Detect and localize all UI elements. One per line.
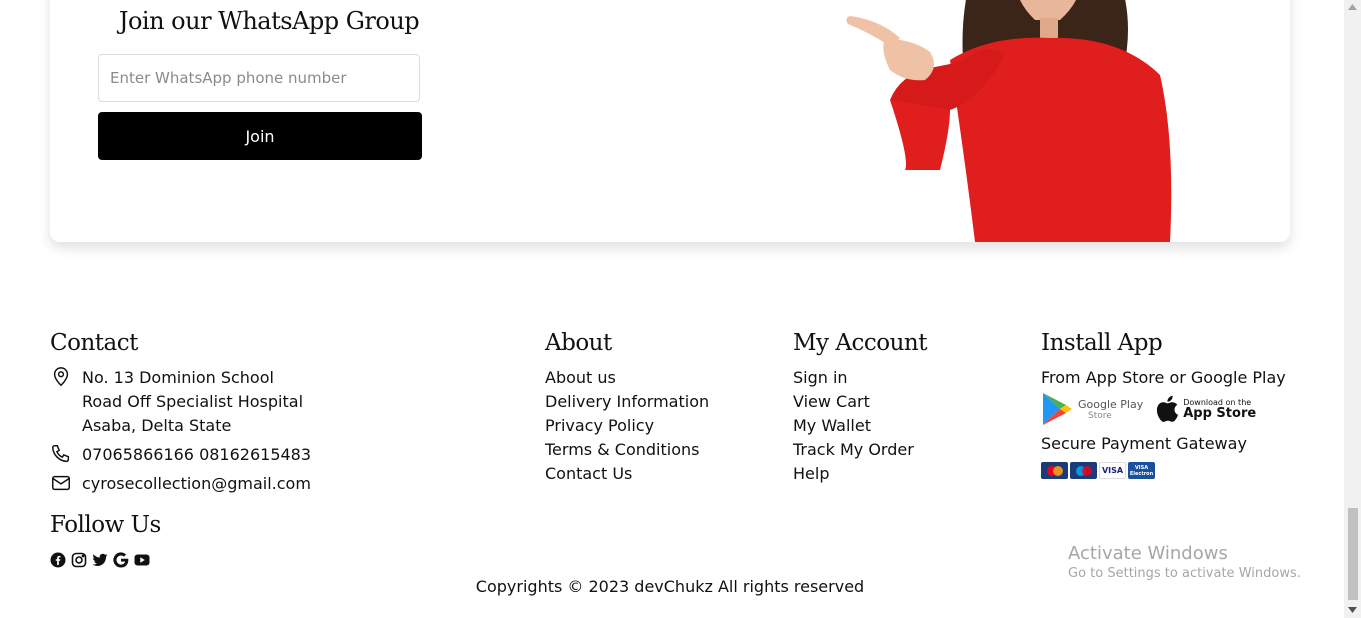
payment-cards: VISA VISA Electron [1041, 462, 1286, 479]
scroll-down-arrow-icon[interactable] [1348, 607, 1357, 613]
app-store-badge[interactable]: Download on the App Store [1155, 395, 1256, 423]
activate-windows-subtitle: Go to Settings to activate Windows. [1068, 566, 1301, 581]
address-line-2: Road Off Specialist Hospital [82, 392, 304, 411]
location-pin-icon [53, 367, 69, 387]
link-my-wallet[interactable]: My Wallet [793, 414, 927, 438]
account-heading: My Account [793, 330, 927, 356]
contact-heading: Contact [50, 330, 138, 356]
visa-electron-icon: VISA Electron [1128, 462, 1155, 479]
promo-woman-pointing-image [846, 0, 1172, 242]
install-subtitle: From App Store or Google Play [1041, 368, 1286, 387]
promo-title: Join our WhatsApp Group [118, 7, 420, 35]
google-icon[interactable] [113, 552, 129, 568]
twitter-icon[interactable] [92, 552, 108, 568]
activate-windows-title: Activate Windows [1068, 543, 1228, 564]
visa-icon: VISA [1099, 462, 1126, 479]
install-heading: Install App [1041, 330, 1163, 356]
link-sign-in[interactable]: Sign in [793, 366, 927, 390]
phone-numbers[interactable]: 07065866166 08162615483 [82, 443, 311, 467]
about-links: About us Delivery Information Privacy Po… [545, 366, 709, 486]
link-privacy-policy[interactable]: Privacy Policy [545, 414, 709, 438]
link-contact-us[interactable]: Contact Us [545, 462, 709, 486]
app-store-label: App Store [1183, 405, 1257, 421]
address-line-3: Asaba, Delta State [82, 416, 232, 435]
email-row: cyrosecollection@gmail.com [50, 472, 311, 496]
install-app-section: Install App From App Store or Google Pla… [1041, 330, 1286, 479]
google-play-badge[interactable]: Google Play Store [1041, 392, 1143, 426]
join-button[interactable]: Join [98, 112, 422, 160]
apple-icon [1157, 395, 1179, 422]
whatsapp-phone-input[interactable] [98, 54, 420, 102]
link-help[interactable]: Help [793, 462, 927, 486]
activate-windows-watermark: Activate Windows Go to Settings to activ… [1068, 543, 1301, 583]
link-delivery-information[interactable]: Delivery Information [545, 390, 709, 414]
social-icons [50, 552, 150, 568]
phone-row: 07065866166 08162615483 [50, 443, 311, 467]
follow-us-heading: Follow Us [50, 512, 161, 538]
about-section: About About us Delivery Information Priv… [545, 330, 709, 486]
account-links: Sign in View Cart My Wallet Track My Ord… [793, 366, 927, 486]
link-view-cart[interactable]: View Cart [793, 390, 927, 414]
instagram-icon[interactable] [71, 552, 87, 568]
scrollbar-thumb[interactable] [1348, 508, 1358, 600]
link-about-us[interactable]: About us [545, 366, 709, 390]
whatsapp-promo-card: Join our WhatsApp Group Join [50, 0, 1290, 242]
mastercard-icon [1041, 462, 1068, 479]
link-track-my-order[interactable]: Track My Order [793, 438, 927, 462]
payment-heading: Secure Payment Gateway [1041, 434, 1247, 453]
vertical-scrollbar[interactable] [1344, 0, 1361, 618]
whatsapp-logo-icon [210, 0, 306, 6]
google-play-icon [1043, 393, 1072, 425]
scroll-up-arrow-icon[interactable] [1348, 4, 1357, 10]
youtube-icon[interactable] [134, 552, 150, 568]
google-play-sublabel: Store [1088, 410, 1112, 421]
address-line-1: No. 13 Dominion School [82, 368, 274, 387]
envelope-icon [52, 475, 70, 491]
link-terms-conditions[interactable]: Terms & Conditions [545, 438, 709, 462]
google-play-label: Google Play [1078, 397, 1144, 411]
maestro-icon [1070, 462, 1097, 479]
account-section: My Account Sign in View Cart My Wallet T… [793, 330, 927, 486]
facebook-icon[interactable] [50, 552, 66, 568]
address-row: No. 13 Dominion School Road Off Speciali… [50, 366, 311, 438]
phone-icon [52, 445, 70, 463]
store-badges: Google Play Store Download on the App St… [1041, 392, 1286, 426]
email-address[interactable]: cyrosecollection@gmail.com [82, 472, 311, 496]
about-heading: About [545, 330, 612, 356]
contact-section: Contact No. 13 Dominion School Road Off … [50, 330, 311, 501]
